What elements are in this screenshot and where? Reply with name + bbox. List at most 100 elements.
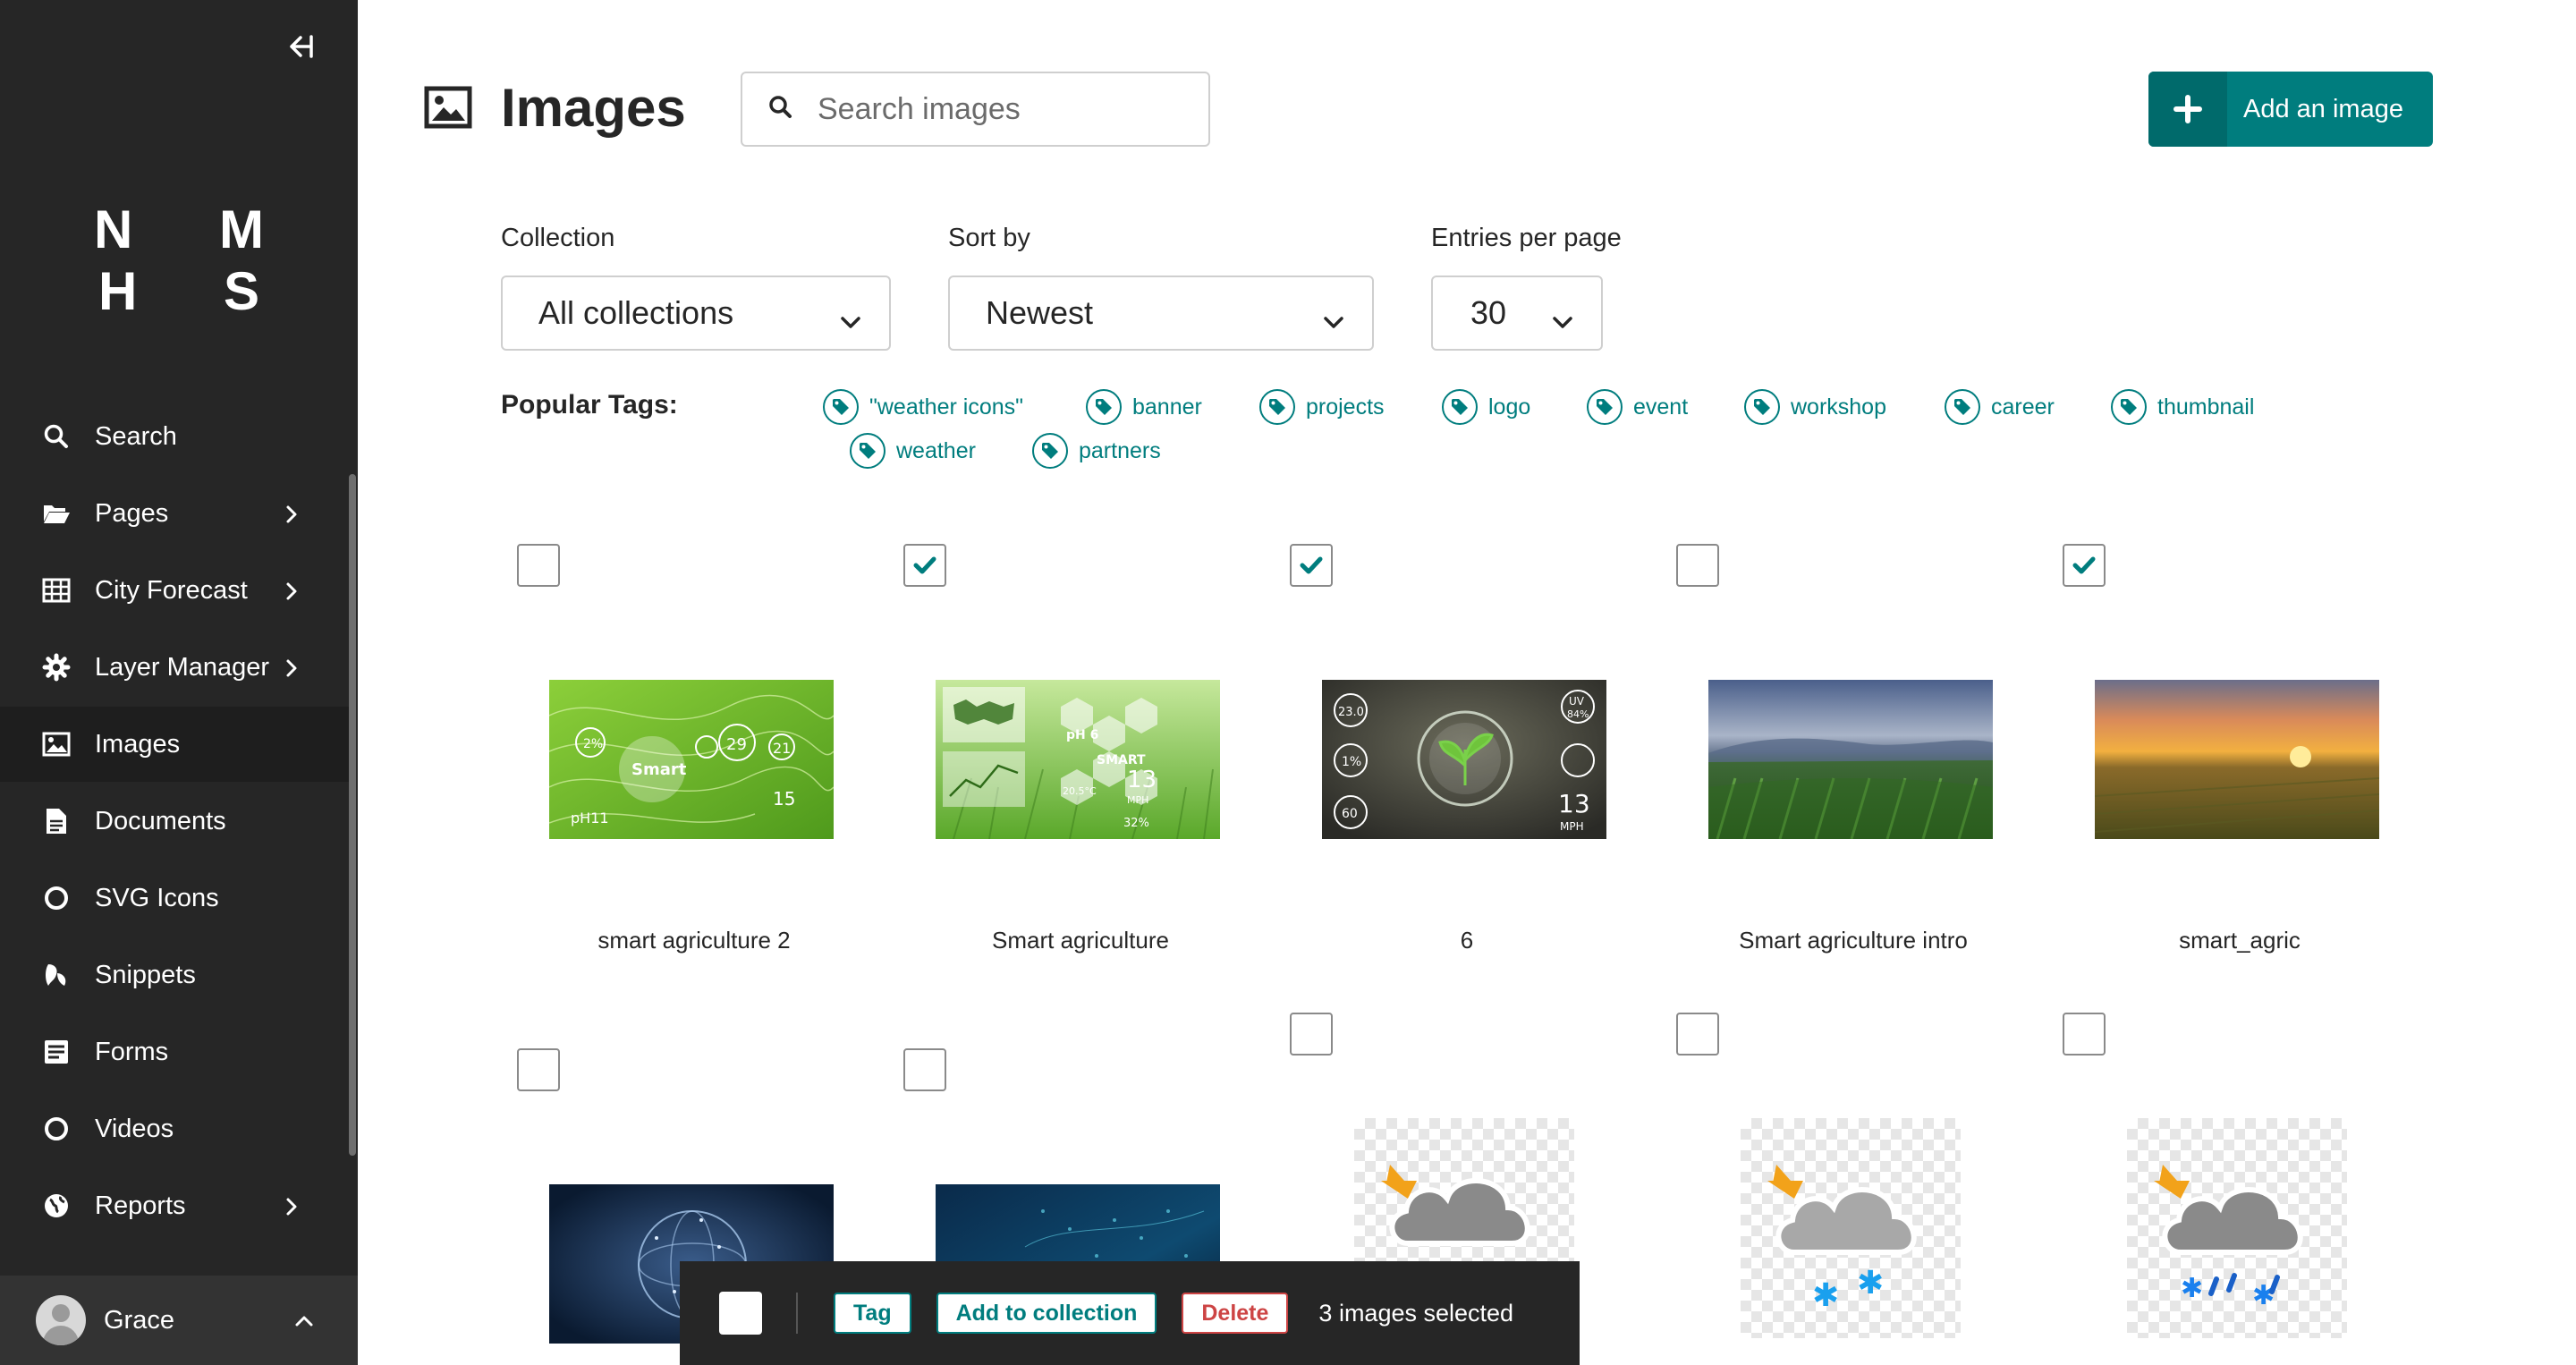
snowflake-icon: ✱	[1857, 1265, 1884, 1301]
tag-link[interactable]: partners	[1032, 433, 1161, 469]
tag-link[interactable]: event	[1587, 389, 1688, 425]
sidebar-item-label: Reports	[95, 1191, 186, 1220]
thumb-text: 1%	[1342, 755, 1361, 769]
image-thumbnail[interactable]	[2095, 680, 2379, 839]
thumb-text: 21	[773, 740, 791, 757]
image-thumbnail[interactable]	[1708, 680, 1993, 839]
site-logo[interactable]: N M H S	[0, 199, 358, 322]
bulk-actions-bar: Tag Add to collection Delete 3 images se…	[680, 1261, 1580, 1365]
thumb-text: 60	[1342, 807, 1358, 821]
circle-icon	[41, 883, 72, 913]
image-checkbox[interactable]	[1676, 544, 1719, 587]
sidebar-item-layer-manager[interactable]: Layer Manager	[0, 630, 349, 705]
collapse-sidebar-icon[interactable]	[281, 29, 317, 64]
image-checkbox[interactable]	[1676, 1013, 1719, 1056]
tag-link[interactable]: projects	[1259, 389, 1385, 425]
image-checkbox[interactable]	[517, 1048, 560, 1091]
add-to-collection-button[interactable]: Add to collection	[936, 1293, 1157, 1334]
sidebar-item-city-forecast[interactable]: City Forecast	[0, 553, 349, 628]
image-icon	[41, 729, 72, 759]
form-icon	[41, 1037, 72, 1067]
tag-label: event	[1633, 394, 1689, 420]
tag-icon	[1744, 389, 1780, 425]
tag-icon	[1442, 389, 1478, 425]
tag-link[interactable]: career	[1945, 389, 2055, 425]
image-checkbox[interactable]	[1290, 544, 1333, 587]
image-title[interactable]: Smart agriculture intro	[1665, 927, 2041, 954]
tag-label: partners	[1079, 437, 1161, 463]
tag-link[interactable]: weather	[850, 433, 976, 469]
sidebar-item-snippets[interactable]: Snippets	[0, 937, 349, 1013]
image-thumbnail[interactable]: pH 6 SMART 13 MPH 20.5°C 32%	[936, 680, 1220, 839]
per-page-select[interactable]: 30	[1431, 276, 1603, 351]
sidebar-item-documents[interactable]: Documents	[0, 784, 349, 859]
sidebar-item-reports[interactable]: Reports	[0, 1168, 349, 1243]
tag-link[interactable]: workshop	[1744, 389, 1886, 425]
image-checkbox[interactable]	[517, 544, 560, 587]
sidebar-item-pages[interactable]: Pages	[0, 476, 349, 551]
image-checkbox[interactable]	[903, 544, 946, 587]
account-menu[interactable]: Grace	[0, 1276, 358, 1365]
image-thumbnail[interactable]: 23.0 1% 60 UV 84% 13 MPH	[1322, 680, 1606, 839]
add-image-label: Add an image	[2243, 94, 2403, 123]
thumb-text: 20.5°C	[1063, 785, 1097, 797]
thumb-text: UV	[1569, 695, 1585, 708]
page-title: Images	[501, 78, 686, 138]
user-name: Grace	[104, 1305, 174, 1335]
image-checkbox[interactable]	[1290, 1013, 1333, 1056]
sidebar-item-label: SVG Icons	[95, 883, 219, 912]
image-checkbox[interactable]	[903, 1048, 946, 1091]
tag-label: weather	[896, 437, 976, 463]
sidebar-item-label: Forms	[95, 1037, 169, 1066]
plus-icon	[2148, 72, 2227, 147]
image-title[interactable]: smart agriculture 2	[506, 927, 882, 954]
thumb-text: 29	[726, 735, 747, 754]
tag-link[interactable]: banner	[1086, 389, 1202, 425]
tag-icon	[850, 433, 886, 469]
add-image-button[interactable]: Add an image	[2148, 72, 2433, 147]
sidebar-item-label: Layer Manager	[95, 652, 270, 682]
sidebar-item-videos[interactable]: Videos	[0, 1091, 349, 1166]
sidebar-item-label: Snippets	[95, 960, 196, 989]
sidebar-item-search[interactable]: Search	[0, 399, 349, 474]
image-title[interactable]: 6	[1279, 927, 1655, 954]
collection-select[interactable]: All collections	[501, 276, 891, 351]
per-page-label: Entries per page	[1431, 224, 1622, 252]
sidebar-item-label: City Forecast	[95, 575, 248, 605]
thumb-text: MPH	[1560, 820, 1584, 833]
search-input[interactable]	[818, 91, 1175, 127]
search-box[interactable]	[741, 72, 1210, 147]
image-checkbox[interactable]	[2063, 1013, 2106, 1056]
select-all-checkbox[interactable]	[719, 1292, 762, 1335]
image-checkbox[interactable]	[2063, 544, 2106, 587]
tag-label: career	[1991, 394, 2055, 420]
weather-icon-thumbnail[interactable]: ✱ ✱	[2127, 1118, 2347, 1338]
folder-open-icon	[41, 498, 72, 529]
sidebar-item-images[interactable]: Images	[0, 707, 349, 782]
thumb-text: 15	[773, 788, 795, 810]
thumb-text: 32%	[1123, 817, 1149, 830]
thumb-text: SMART	[1097, 753, 1146, 767]
tag-link[interactable]: logo	[1442, 389, 1530, 425]
tag-icon	[1587, 389, 1623, 425]
selected-count: 3 images selected	[1318, 1299, 1514, 1327]
sidebar-item-forms[interactable]: Forms	[0, 1014, 349, 1089]
weather-icon-thumbnail[interactable]: ✱ ✱	[1741, 1118, 1961, 1338]
chevron-right-icon	[281, 1195, 302, 1217]
chevron-right-icon	[281, 580, 302, 601]
thumb-text: 84%	[1567, 708, 1589, 720]
sidebar-scrollbar[interactable]	[349, 474, 356, 1156]
tag-link[interactable]: "weather icons"	[823, 389, 1023, 425]
chevron-up-icon	[293, 1310, 315, 1331]
image-title[interactable]: smart_agric	[2052, 927, 2428, 954]
image-thumbnail[interactable]: 2% Smart 29 21 15 pH11	[549, 680, 834, 839]
sort-value: Newest	[986, 294, 1094, 331]
image-title[interactable]: Smart agriculture	[893, 927, 1268, 954]
sort-select[interactable]: Newest	[948, 276, 1374, 351]
delete-button[interactable]: Delete	[1182, 1293, 1289, 1334]
tag-link[interactable]: thumbnail	[2111, 389, 2254, 425]
divider	[796, 1293, 798, 1334]
tag-button[interactable]: Tag	[834, 1293, 911, 1334]
sidebar-item-svg-icons[interactable]: SVG Icons	[0, 861, 349, 936]
thumb-text: 13	[1558, 789, 1590, 818]
